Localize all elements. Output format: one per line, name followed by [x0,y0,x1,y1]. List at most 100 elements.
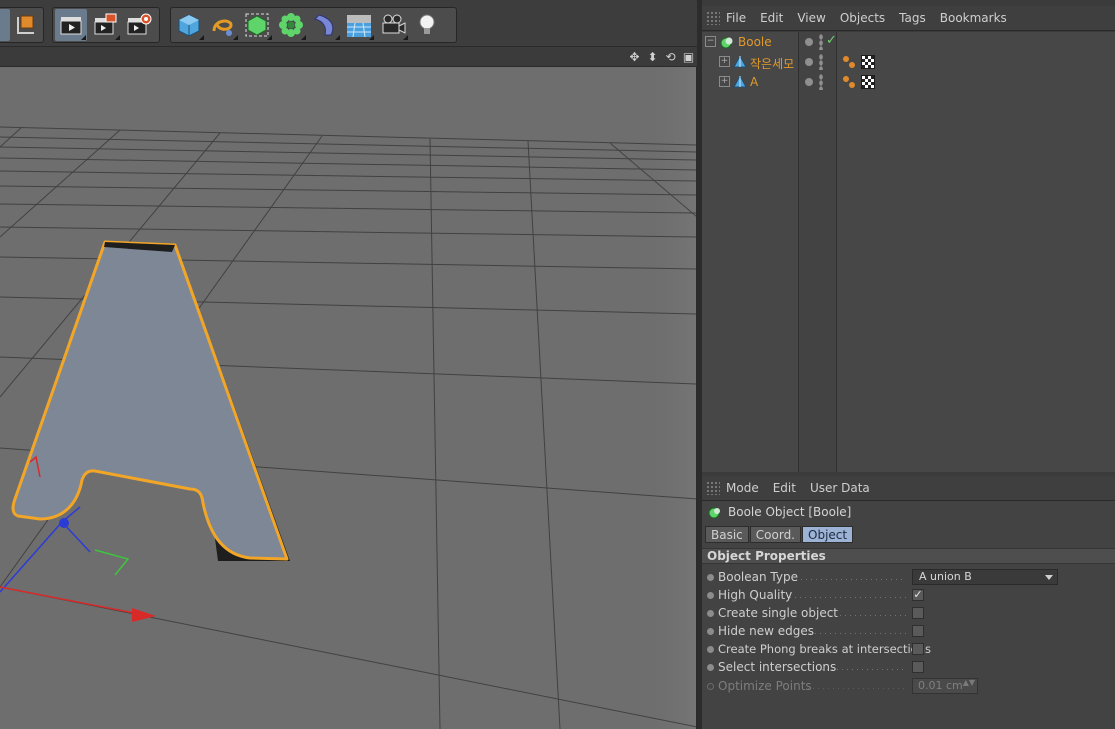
light-bulb-icon [419,14,435,34]
menu-file[interactable]: File [726,6,746,31]
attribute-manager-menubar: Mode Edit User Data [702,476,1115,501]
object-row-a[interactable]: + A [702,72,1115,92]
phong-tag-icon[interactable] [842,75,856,89]
add-subdivision-button[interactable] [241,9,273,41]
dot-leader [820,669,906,670]
menu-edit[interactable]: Edit [773,476,796,501]
prop-label: High Quality [718,588,793,602]
attribute-manager: Boole Object [Boole] Basic Coord. Object… [702,501,1115,729]
world-coordinates-button[interactable] [0,9,10,41]
expand-toggle[interactable]: + [719,56,730,67]
axis-cube-icon [17,15,35,34]
hide-new-edges-checkbox[interactable] [912,625,924,637]
dot-leader [794,579,906,580]
boolean-type-dropdown[interactable]: A union B [912,569,1058,585]
dot-leader [788,597,906,598]
grip-icon[interactable] [706,11,720,25]
menu-mode[interactable]: Mode [726,476,759,501]
rotate-view-icon[interactable]: ⟲ [663,49,678,64]
collapse-toggle[interactable]: − [705,36,716,47]
animate-bullet[interactable] [707,646,714,653]
dot-leader [806,688,906,689]
viewport-navigation: ✥ ⬍ ⟲ ▣ [627,49,696,64]
dropdown-value: A union B [919,570,972,583]
menu-view[interactable]: View [797,6,825,31]
object-row-small-triangle[interactable]: + 작은세모 [702,52,1115,72]
visibility-dot[interactable] [805,58,813,66]
material-tag-icon[interactable] [861,75,875,89]
add-camera-button[interactable] [377,9,409,41]
axis-button[interactable] [12,9,41,41]
dropdown-arrow-icon [1045,575,1053,580]
object-manager-menubar: File Edit View Objects Tags Bookmarks [702,6,1115,31]
object-name[interactable]: Boole [738,35,772,49]
main-toolbar [0,0,700,47]
prop-label: Boolean Type [718,570,798,584]
render-visibility-dots[interactable] [819,74,823,90]
spinner-icon[interactable]: ▲▼ [963,679,975,687]
toolbar-group-coordinates [0,7,44,43]
render-visibility-dots[interactable] [819,54,823,70]
menu-bookmarks[interactable]: Bookmarks [940,6,1007,31]
prop-label: Select intersections [718,660,837,674]
select-intersections-checkbox[interactable] [912,661,924,673]
add-deformer-button[interactable] [309,9,341,41]
add-array-button[interactable] [275,9,307,41]
clapper-gear-icon [127,13,152,35]
prop-hide-new-edges: Hide new edges [702,622,1115,640]
create-single-object-checkbox[interactable] [912,607,924,619]
attribute-tabs: Basic Coord. Object [705,526,854,543]
prop-label: Hide new edges [718,624,815,638]
high-quality-checkbox[interactable]: ✓ [912,589,924,601]
extrude-icon [733,74,747,88]
toolbar-group-objects [170,7,457,43]
object-row-boole[interactable]: − Boole ✓ [702,32,1115,52]
prop-label: Optimize Points [718,679,812,693]
visibility-dot[interactable] [805,78,813,86]
phong-breaks-checkbox[interactable] [912,643,924,655]
add-spline-button[interactable] [207,9,239,41]
maximize-view-icon[interactable]: ▣ [681,49,696,64]
tab-object[interactable]: Object [802,526,854,543]
move-view-icon[interactable]: ✥ [627,49,642,64]
tab-basic[interactable]: Basic [705,526,749,543]
tab-coord[interactable]: Coord. [749,526,801,543]
menu-user-data[interactable]: User Data [810,476,870,501]
menu-tags[interactable]: Tags [899,6,926,31]
zoom-view-icon[interactable]: ⬍ [645,49,660,64]
add-light-button[interactable] [411,9,443,41]
object-name[interactable]: 작은세모 [750,55,794,72]
object-manager: − Boole ✓ + 작은세모 + A [702,32,1115,472]
toolbar-group-render [52,7,160,43]
render-visibility-dots[interactable] [819,34,823,50]
expand-toggle[interactable]: + [719,76,730,87]
enabled-check-icon[interactable]: ✓ [826,33,837,48]
phong-tag-icon[interactable] [842,55,856,69]
render-to-picture-viewer-button[interactable] [89,9,121,41]
add-cube-button[interactable] [173,9,205,41]
animate-bullet[interactable] [707,683,714,690]
menu-edit[interactable]: Edit [760,6,783,31]
field-value: 0.01 cm [918,679,963,692]
viewport-header: ✥ ⬍ ⟲ ▣ [0,47,700,67]
menu-objects[interactable]: Objects [840,6,885,31]
prop-boolean-type: Boolean Type A union B [702,568,1115,586]
boole-icon [708,507,720,519]
animate-bullet[interactable] [707,664,714,671]
animate-bullet[interactable] [707,628,714,635]
render-settings-button[interactable] [123,9,155,41]
animate-bullet[interactable] [707,592,714,599]
perspective-viewport[interactable] [0,67,697,729]
render-view-button[interactable] [55,9,87,41]
object-name[interactable]: A [750,75,758,89]
grip-icon[interactable] [706,481,720,495]
visibility-dot[interactable] [805,38,813,46]
material-tag-icon[interactable] [861,55,875,69]
optimize-points-field[interactable]: 0.01 cm ▲▼ [912,678,978,694]
dot-leader [808,633,906,634]
animate-bullet[interactable] [707,610,714,617]
animate-bullet[interactable] [707,574,714,581]
add-floor-button[interactable] [343,9,375,41]
viewport-canvas [0,67,696,729]
extrude-icon [733,54,747,68]
